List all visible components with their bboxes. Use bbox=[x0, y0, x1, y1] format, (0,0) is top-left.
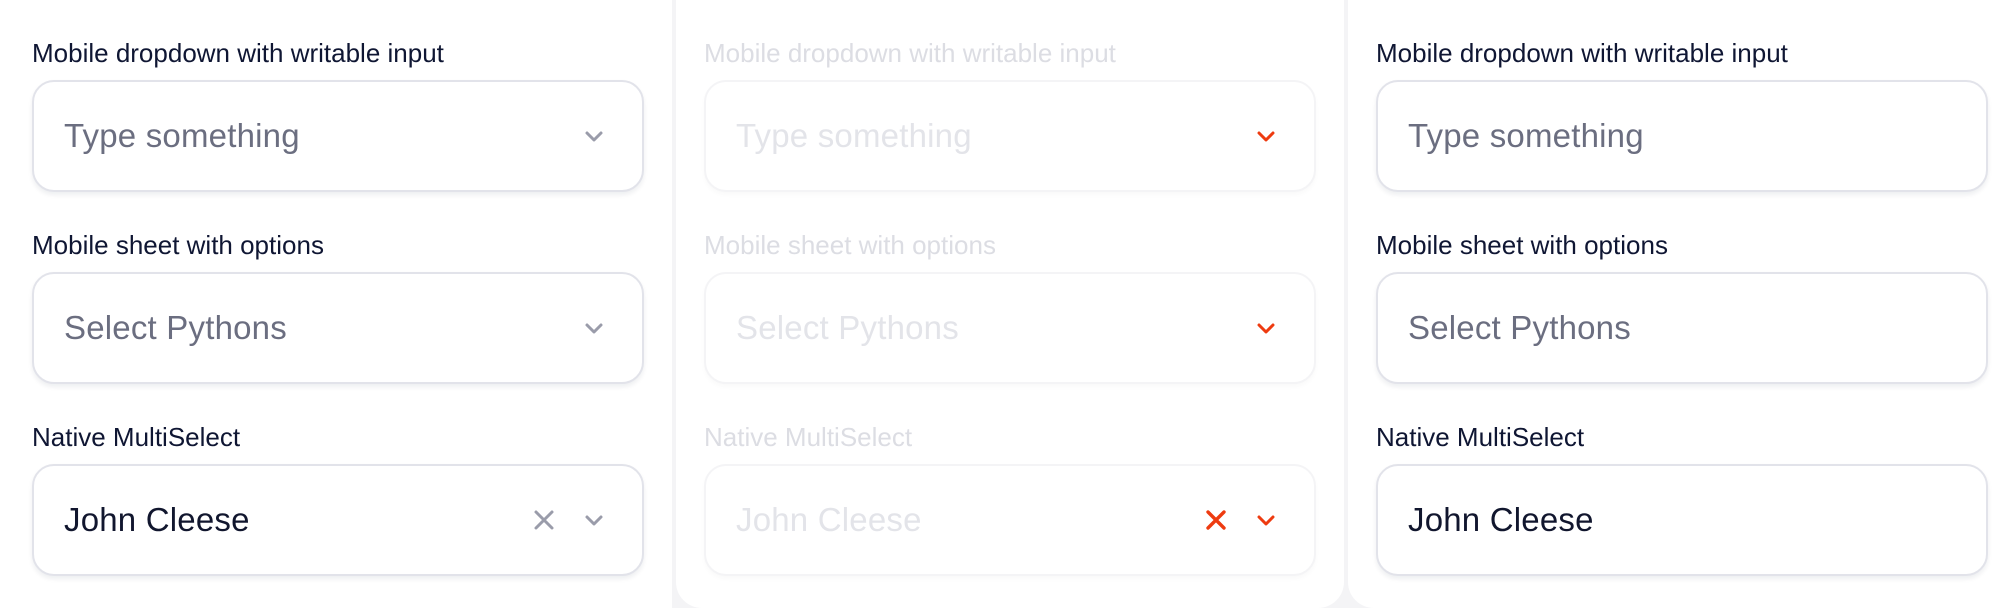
mobile-sheet-select: Select Pythons bbox=[704, 272, 1316, 384]
field-label: Mobile sheet with options bbox=[32, 230, 324, 260]
native-multiselect-field: Native MultiSelect John Cleese bbox=[704, 418, 1316, 576]
mobile-sheet-field: Mobile sheet with options Select Pythons bbox=[1376, 226, 1988, 384]
field-label: Native MultiSelect bbox=[704, 422, 913, 452]
native-multiselect: John Cleese bbox=[704, 464, 1316, 576]
close-icon[interactable] bbox=[530, 506, 558, 534]
mobile-dropdown-field: Mobile dropdown with writable input Type… bbox=[32, 34, 644, 192]
mobile-dropdown-field: Mobile dropdown with writable input Type… bbox=[1376, 34, 1988, 192]
mobile-sheet-field: Mobile sheet with options Select Pythons bbox=[32, 226, 644, 384]
mobile-dropdown-input[interactable]: Type something bbox=[1376, 80, 1988, 192]
chevron-down-icon bbox=[1257, 131, 1275, 142]
field-label: Native MultiSelect bbox=[1376, 422, 1585, 452]
mobile-sheet-select[interactable]: Select Pythons bbox=[32, 272, 644, 384]
field-label: Mobile dropdown with writable input bbox=[1376, 38, 1788, 68]
native-multiselect-field: Native MultiSelect John Cleese bbox=[32, 418, 644, 576]
select-placeholder: Select Pythons bbox=[64, 309, 287, 346]
selected-value: John Cleese bbox=[736, 501, 922, 538]
native-multiselect[interactable]: John Cleese bbox=[1376, 464, 1988, 576]
native-multiselect[interactable]: John Cleese bbox=[32, 464, 644, 576]
select-placeholder: Select Pythons bbox=[1408, 309, 1631, 346]
selected-value: John Cleese bbox=[1408, 501, 1594, 538]
chevron-down-icon[interactable] bbox=[582, 508, 606, 532]
field-label: Mobile sheet with options bbox=[1376, 230, 1668, 260]
chevron-down-icon[interactable] bbox=[582, 124, 606, 148]
mobile-dropdown-input: Type something bbox=[704, 80, 1316, 192]
mobile-sheet-field: Mobile sheet with options Select Pythons bbox=[704, 226, 1316, 384]
field-label: Mobile dropdown with writable input bbox=[32, 38, 444, 68]
input-placeholder: Type something bbox=[736, 117, 972, 154]
mobile-dropdown-input[interactable]: Type something bbox=[32, 80, 644, 192]
mobile-dropdown-field: Mobile dropdown with writable input Type… bbox=[704, 34, 1316, 192]
selected-value: John Cleese bbox=[64, 501, 250, 538]
field-label: Mobile dropdown with writable input bbox=[704, 38, 1116, 68]
chevron-down-icon[interactable] bbox=[582, 316, 606, 340]
input-placeholder: Type something bbox=[64, 117, 300, 154]
close-icon bbox=[1206, 510, 1226, 530]
field-label: Native MultiSelect bbox=[32, 422, 241, 452]
input-placeholder: Type something bbox=[1408, 117, 1644, 154]
page-canvas: Mobile dropdown with writable input Type… bbox=[0, 0, 2016, 608]
select-placeholder: Select Pythons bbox=[736, 309, 959, 346]
field-label: Mobile sheet with options bbox=[704, 230, 996, 260]
chevron-down-icon bbox=[1257, 515, 1275, 526]
native-multiselect-field: Native MultiSelect John Cleese bbox=[1376, 418, 1988, 576]
chevron-down-icon bbox=[1257, 323, 1275, 334]
mobile-sheet-select[interactable]: Select Pythons bbox=[1376, 272, 1988, 384]
